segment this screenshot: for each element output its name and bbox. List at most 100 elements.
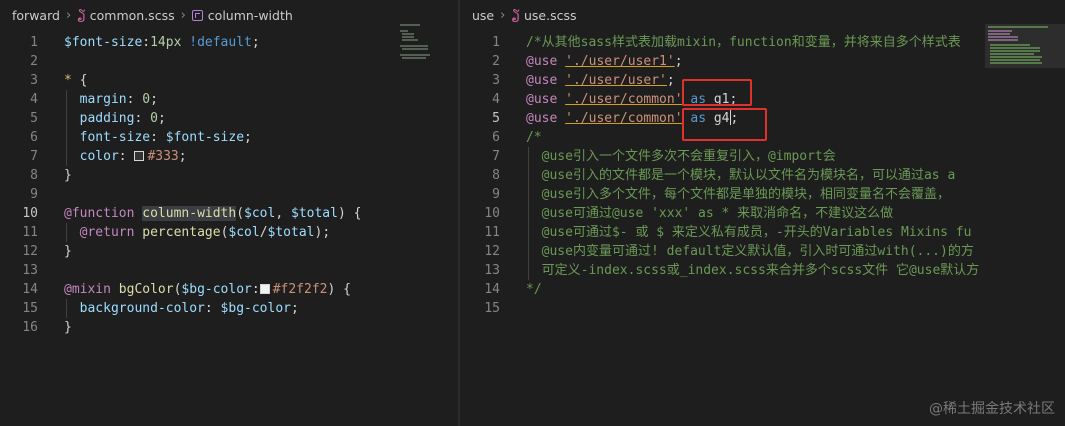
code-line[interactable]: 15 background-color: $bg-color; bbox=[0, 299, 458, 318]
code-token: $total bbox=[267, 225, 315, 240]
code-text: padding: 0; bbox=[64, 109, 166, 128]
breadcrumb-folder[interactable]: forward bbox=[12, 8, 60, 23]
code-line[interactable]: 7 @use引入一个文件多次不会重复引入，@import会 bbox=[460, 147, 1065, 166]
right-editor-pane[interactable]: use › ຽ use.scss 1 /*从其他sass样式表加载mixin，fu… bbox=[460, 0, 1065, 426]
code-text: /* bbox=[526, 128, 542, 147]
line-number: 16 bbox=[22, 320, 38, 335]
code-token: @use bbox=[526, 111, 558, 126]
line-number: 10 bbox=[22, 206, 38, 221]
code-token: @mixin bbox=[64, 282, 111, 297]
code-line[interactable]: 6 font-size: $font-size; bbox=[0, 128, 458, 147]
code-line[interactable]: 11 @use可通过$- 或 $ 来定义私有成员，-开头的Variables M… bbox=[460, 223, 1065, 242]
breadcrumb-folder[interactable]: use bbox=[472, 8, 494, 23]
line-number: 11 bbox=[22, 225, 38, 240]
code-line[interactable]: 10 @function column-width($col, $total) { bbox=[0, 204, 458, 223]
code-token: } bbox=[64, 320, 72, 335]
code-editor[interactable]: 1 /*从其他sass样式表加载mixin，function和变量，并将来自多个样… bbox=[460, 30, 1065, 426]
breadcrumb-symbol[interactable]: column-width bbox=[191, 7, 293, 23]
line-number: 3 bbox=[492, 73, 500, 88]
code-line[interactable]: 13 可定义-index.scss或_index.scss来合并多个scss文件… bbox=[460, 261, 1065, 280]
line-number: 2 bbox=[492, 54, 500, 69]
code-token: */ bbox=[526, 282, 542, 297]
code-line[interactable]: 8 @use引入的文件都是一个模块，默认以文件名为模块名，可以通过as a bbox=[460, 166, 1065, 185]
code-line[interactable]: 14 */ bbox=[460, 280, 1065, 299]
code-line[interactable]: 12 @use内变量可通过! default定义默认值，引入时可通过with(.… bbox=[460, 242, 1065, 261]
code-token: @use可通过@use 'xxx' as * 来取消命名，不建议这么做 bbox=[526, 206, 894, 221]
line-number: 2 bbox=[30, 54, 38, 69]
breadcrumb-file[interactable]: ຽ use.scss bbox=[511, 8, 576, 23]
code-text: @use './user/user'; bbox=[526, 71, 675, 90]
code-token: ); bbox=[314, 225, 331, 240]
breadcrumb-file[interactable]: ຽ common.scss bbox=[77, 8, 174, 23]
code-line[interactable]: 8} bbox=[0, 166, 458, 185]
code-line[interactable]: 13 bbox=[0, 261, 458, 280]
code-text: @return percentage($col/$total); bbox=[64, 223, 331, 242]
code-line[interactable]: 5 padding: 0; bbox=[0, 109, 458, 128]
code-token: @function bbox=[64, 206, 135, 221]
code-line[interactable]: 12} bbox=[0, 242, 458, 261]
code-line[interactable]: 16} bbox=[0, 318, 458, 337]
color-swatch-icon[interactable] bbox=[259, 284, 270, 294]
code-line[interactable]: 1 $font-size:14px !default; bbox=[0, 33, 458, 52]
code-token: color bbox=[79, 149, 119, 164]
code-text: } bbox=[64, 166, 72, 185]
watermark: @稀土掘金技术社区 bbox=[929, 401, 1055, 417]
code-text: @use引入的文件都是一个模块，默认以文件名为模块名，可以通过as a bbox=[526, 166, 956, 185]
line-number: 13 bbox=[484, 263, 500, 278]
code-text: @use内变量可通过! default定义默认值，引入时可通过with(...)… bbox=[526, 242, 974, 261]
line-number: 13 bbox=[22, 263, 38, 278]
code-line[interactable]: 11 @return percentage($col/$total); bbox=[0, 223, 458, 242]
line-number: 5 bbox=[492, 111, 500, 126]
code-token: ) { bbox=[337, 206, 362, 221]
breadcrumb-symbol-label: column-width bbox=[207, 7, 293, 23]
code-line[interactable]: 14 @mixin bgColor($bg-color: #f2f2f2) { bbox=[0, 280, 458, 299]
indent-guide bbox=[528, 147, 529, 280]
code-line[interactable]: 2 bbox=[0, 52, 458, 71]
code-token: #333 bbox=[147, 149, 179, 164]
code-text: @use可通过@use 'xxx' as * 来取消命名，不建议这么做 bbox=[526, 204, 894, 223]
code-token: $total bbox=[291, 206, 338, 221]
line-number: 12 bbox=[484, 244, 500, 259]
code-text: 可定义-index.scss或_index.scss来合并多个scss文件 它@… bbox=[526, 261, 980, 280]
line-number: 4 bbox=[492, 92, 500, 107]
code-token: 0 bbox=[150, 111, 158, 126]
code-line[interactable]: 9 bbox=[0, 185, 458, 204]
color-swatch-icon[interactable] bbox=[134, 151, 145, 161]
code-line[interactable]: 9 @use引入多个文件，每个文件都是单独的模块，相同变量名不会覆盖， bbox=[460, 185, 1065, 204]
code-token: $font-size bbox=[64, 35, 143, 50]
code-line[interactable]: 1 /*从其他sass样式表加载mixin，function和变量，并将来自多个样… bbox=[460, 33, 1065, 52]
sass-file-icon: ຽ bbox=[77, 7, 86, 23]
code-line[interactable]: 15 bbox=[460, 299, 1065, 318]
code-editor[interactable]: 1 $font-size:14px !default; 2 3 * {4 margin:… bbox=[0, 30, 458, 426]
code-token: #f2f2f2 bbox=[272, 282, 328, 297]
code-line[interactable]: 10 @use可通过@use 'xxx' as * 来取消命名，不建议这么做 bbox=[460, 204, 1065, 223]
left-editor-pane[interactable]: forward › ຽ common.scss › column-width 1… bbox=[0, 0, 458, 426]
code-token: ; bbox=[244, 130, 252, 145]
line-number: 14 bbox=[484, 282, 500, 297]
line-number: 10 bbox=[484, 206, 500, 221]
code-token: / bbox=[259, 225, 268, 240]
code-token: : bbox=[118, 149, 135, 164]
code-token: @use内变量可通过! default定义默认值，引入时可通过with(...)… bbox=[526, 244, 974, 259]
code-token: bgColor bbox=[118, 282, 174, 297]
code-line[interactable]: 2 @use './user/user1'; bbox=[460, 52, 1065, 71]
code-line[interactable]: 3 @use './user/user'; bbox=[460, 71, 1065, 90]
code-token: { bbox=[79, 73, 88, 88]
annotation-box-g1 bbox=[682, 79, 752, 106]
code-token: , bbox=[275, 206, 291, 221]
code-text: @use可通过$- 或 $ 来定义私有成员，-开头的Variables Mixi… bbox=[526, 223, 972, 242]
code-token: percentage bbox=[142, 225, 221, 240]
code-line[interactable]: 4 margin: 0; bbox=[0, 90, 458, 109]
code-line[interactable]: 4 @use './user/common' as g1; bbox=[460, 90, 1065, 109]
code-token: @use bbox=[526, 92, 558, 107]
line-number: 14 bbox=[22, 282, 38, 297]
code-line[interactable]: 3 * { bbox=[0, 71, 458, 90]
code-text: color: #333; bbox=[64, 147, 187, 166]
code-line[interactable]: 7 color: #333; bbox=[0, 147, 458, 166]
code-text: */ bbox=[526, 280, 542, 299]
line-number: 4 bbox=[30, 92, 38, 107]
